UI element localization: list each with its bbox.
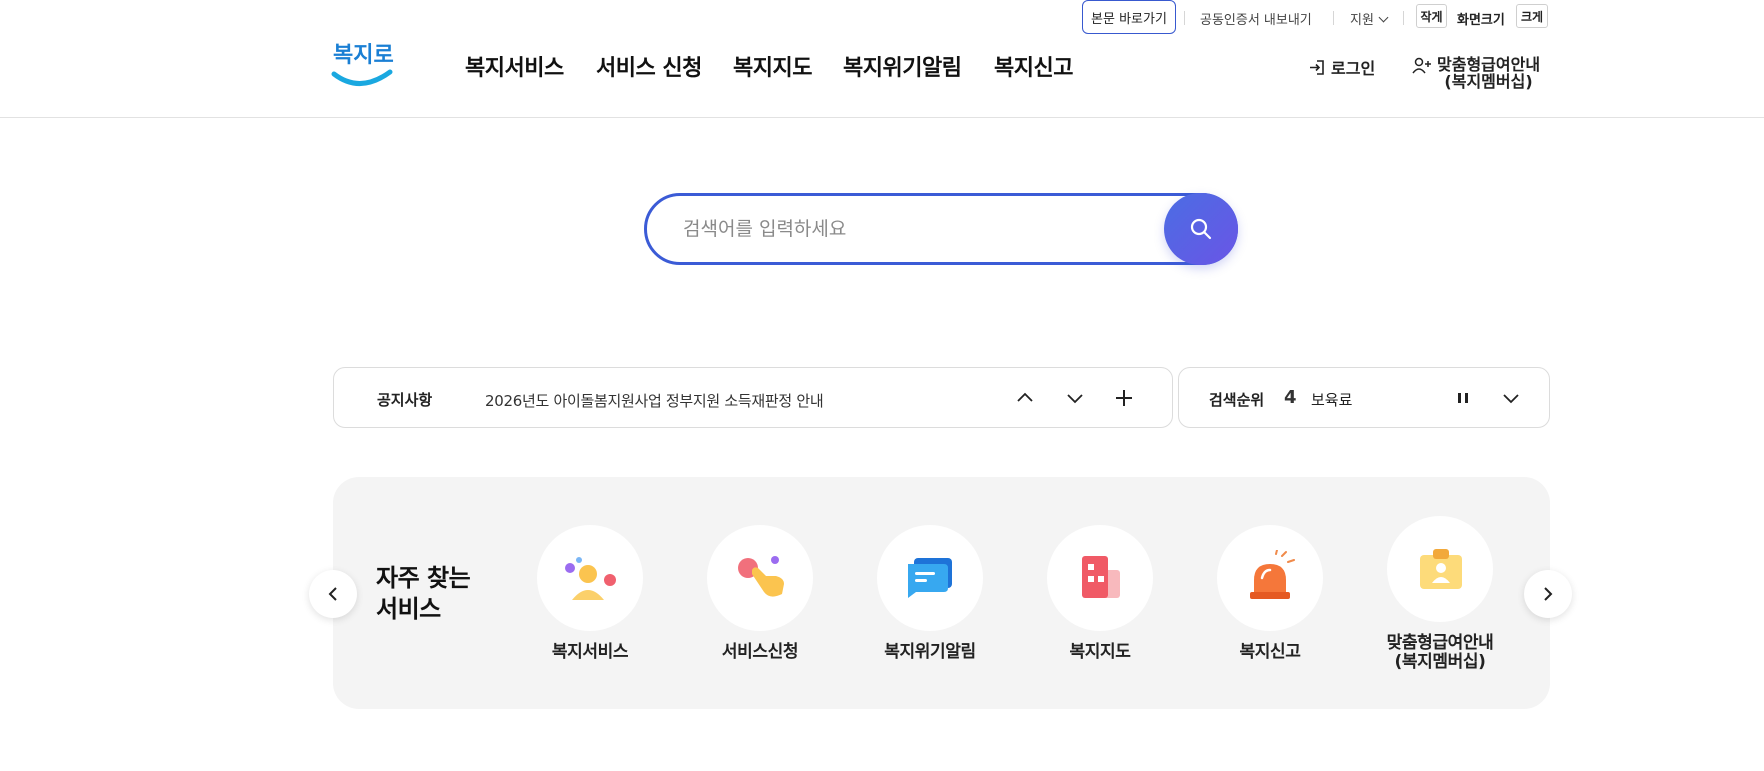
utility-divider	[1403, 11, 1404, 25]
pause-icon	[1458, 393, 1468, 403]
ranking-pause-button[interactable]	[1449, 384, 1477, 412]
header-divider	[0, 117, 1764, 118]
logo-lettering: 복지로	[333, 43, 394, 68]
search-button[interactable]	[1164, 193, 1238, 265]
id-card-icon	[1387, 516, 1493, 622]
message-icon	[877, 525, 983, 631]
service-label: 서비스신청	[721, 642, 799, 662]
login-icon	[1308, 59, 1325, 76]
search-ranking-bar: 검색순위 4 보육료	[1178, 367, 1550, 428]
service-item-service-apply[interactable]: 서비스신청	[685, 525, 835, 662]
notice-more-button[interactable]	[1110, 384, 1138, 412]
user-add-icon	[1412, 57, 1432, 74]
service-item-crisis-alert[interactable]: 복지위기알림	[855, 525, 1005, 662]
nav-item-crisis-alert[interactable]: 복지위기알림	[843, 50, 962, 82]
nav-item-welfare-service[interactable]: 복지서비스	[465, 50, 564, 82]
membership-button[interactable]: 맞춤형급여안내 (복지멤버십)	[1412, 56, 1540, 90]
utility-bar: 본문 바로가기 공동인증서 내보내기 지원 작게 화면크기 크게	[0, 0, 1764, 34]
service-label: 복지위기알림	[884, 642, 976, 662]
service-item-welfare-report[interactable]: 복지신고	[1195, 525, 1345, 662]
support-menu[interactable]: 지원	[1350, 9, 1389, 28]
notice-label: 공지사항	[377, 391, 433, 409]
carousel-prev-button[interactable]	[309, 570, 357, 618]
frequent-title-line2: 서비스	[376, 595, 441, 623]
service-label: 복지지도	[1069, 642, 1131, 662]
service-label: 복지서비스	[551, 642, 629, 662]
nav-item-welfare-map[interactable]: 복지지도	[733, 50, 812, 82]
support-label: 지원	[1350, 13, 1374, 28]
chevron-down-icon	[1378, 12, 1389, 23]
service-label: 맞춤형급여안내 (복지멤버십)	[1386, 633, 1494, 672]
search-icon	[1189, 217, 1213, 241]
font-size-large-button[interactable]: 크게	[1516, 4, 1548, 28]
chevron-left-icon	[328, 587, 337, 601]
touch-hand-icon	[707, 525, 813, 631]
membership-label-line2: (복지멤버십)	[1444, 72, 1533, 91]
search-bar	[644, 193, 1238, 265]
chevron-down-icon	[1067, 394, 1083, 404]
siren-icon	[1217, 525, 1323, 631]
notice-link[interactable]: 2026년도 아이돌봄지원사업 정부지원 소득재판정 안내	[485, 390, 824, 411]
nav-item-welfare-report[interactable]: 복지신고	[994, 50, 1073, 82]
person-icon	[537, 525, 643, 631]
carousel-next-button[interactable]	[1524, 570, 1572, 618]
service-label: 복지신고	[1239, 642, 1301, 662]
notice-prev-button[interactable]	[1011, 384, 1039, 412]
utility-divider	[1184, 11, 1185, 25]
chevron-down-icon	[1503, 394, 1519, 404]
service-item-membership[interactable]: 맞춤형급여안내 (복지멤버십)	[1365, 516, 1515, 672]
ranking-number: 4	[1284, 387, 1297, 408]
notice-bar: 공지사항 2026년도 아이돌봄지원사업 정부지원 소득재판정 안내	[333, 367, 1173, 428]
bokjiro-logo[interactable]: 복지로	[330, 36, 396, 90]
search-input[interactable]	[683, 214, 1143, 244]
membership-label-line1: 맞춤형급여안내	[1437, 55, 1541, 74]
cert-export-link[interactable]: 공동인증서 내보내기	[1200, 9, 1312, 28]
login-label: 로그인	[1331, 59, 1376, 78]
notice-next-button[interactable]	[1061, 384, 1089, 412]
ranking-label: 검색순위	[1209, 391, 1265, 409]
ranking-keyword-link[interactable]: 보육료	[1311, 389, 1352, 410]
font-size-small-button[interactable]: 작게	[1416, 4, 1447, 28]
skip-to-content-link[interactable]: 본문 바로가기	[1082, 0, 1176, 34]
utility-divider	[1333, 11, 1334, 25]
building-icon	[1047, 525, 1153, 631]
nav-item-service-apply[interactable]: 서비스 신청	[596, 50, 702, 82]
service-item-welfare-map[interactable]: 복지지도	[1025, 525, 1175, 662]
chevron-up-icon	[1017, 392, 1033, 402]
ranking-expand-button[interactable]	[1497, 384, 1525, 412]
font-size-label: 화면크기	[1457, 13, 1505, 28]
frequent-services-title: 자주 찾는 서비스	[376, 563, 471, 625]
service-item-welfare-service[interactable]: 복지서비스	[515, 525, 665, 662]
plus-icon	[1116, 390, 1132, 406]
chevron-right-icon	[1544, 587, 1553, 601]
login-button[interactable]: 로그인	[1308, 55, 1375, 79]
frequent-title-line1: 자주 찾는	[376, 564, 471, 592]
